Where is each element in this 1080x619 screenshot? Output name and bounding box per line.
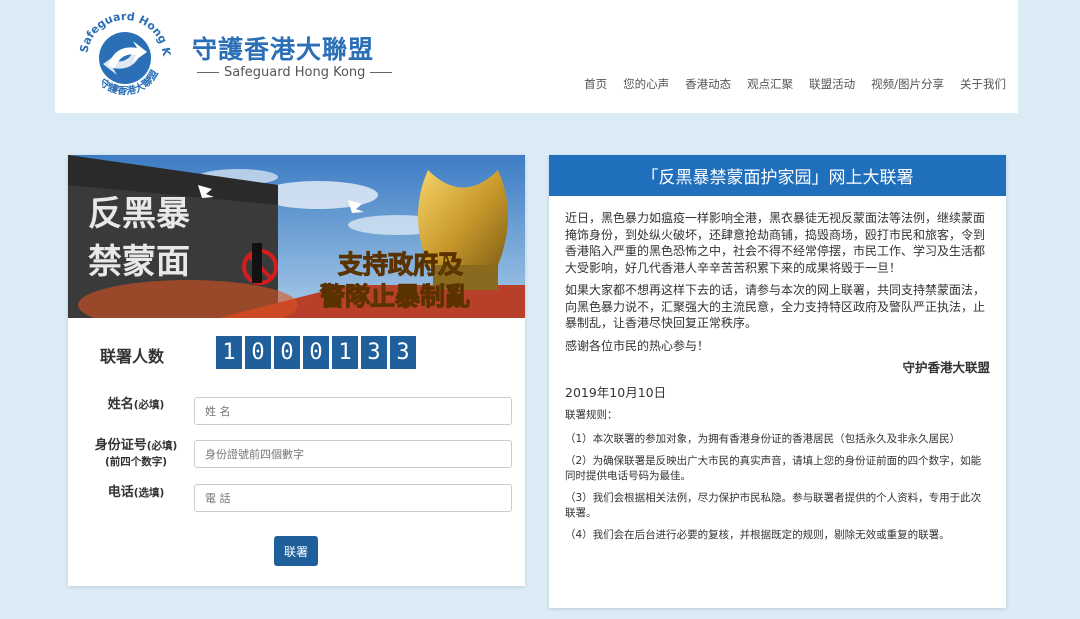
phone-label-text: 电话 <box>107 485 134 500</box>
counter-digit: 0 <box>303 336 329 369</box>
id-required-note: (必填) <box>146 440 178 452</box>
banner-slogan-line2: 警隊止暴制亂 <box>319 282 470 311</box>
banner-wall-line1: 反黑暴 <box>88 194 190 234</box>
logo[interactable]: Safeguard Hong Kong 守護香港大聯盟 <box>71 0 175 104</box>
site-title: 守護香港大聯盟 <box>192 35 375 64</box>
nav-activities[interactable]: 联盟活动 <box>809 76 855 92</box>
name-required-note: (必填) <box>133 399 165 411</box>
banner-image-icon: 反黑暴 禁蒙面 支持政府及 警隊止暴制亂 <box>68 155 525 318</box>
nav-about[interactable]: 关于我们 <box>960 76 1006 92</box>
phone-label: 电话(选填) <box>78 485 194 501</box>
counter-digit: 0 <box>245 336 271 369</box>
id-digits-note: (前四个数字) <box>104 456 168 468</box>
intro-paragraph: 近日，黑色暴力如瘟疫一样影响全港，黑衣暴徒无视反蒙面法等法例，继续蒙面掩饰身份，… <box>565 211 986 275</box>
submit-signature-button[interactable]: 联署 <box>274 536 318 566</box>
counter-digit: 1 <box>332 336 358 369</box>
rules-title: 联署规则： <box>565 409 618 421</box>
signature-count-label: 联署人数 <box>100 347 165 366</box>
nav-hk-news[interactable]: 香港动态 <box>685 76 731 92</box>
banner-wall-line2: 禁蒙面 <box>88 242 190 282</box>
nav-your-voice[interactable]: 您的心声 <box>623 76 669 92</box>
rule-item: （2）为确保联署是反映出广大市民的真实声音，请填上您的身份证前面的四个数字，如能… <box>565 454 982 482</box>
site-subtitle-text: Safeguard Hong Kong <box>224 65 366 80</box>
id-label-text: 身份证号 <box>94 438 147 453</box>
thanks-paragraph: 感谢各位市民的热心参与！ <box>565 338 710 353</box>
logo-emblem-icon: Safeguard Hong Kong 守護香港大聯盟 <box>71 0 173 97</box>
phone-input[interactable] <box>194 484 512 512</box>
counter-digit: 3 <box>361 336 387 369</box>
rule-item: （3）我们会根据相关法例，尽力保护市民私隐。参与联署者提供的个人资料，专用于此次… <box>565 491 982 519</box>
counter-digit: 3 <box>390 336 416 369</box>
main-nav: 首页 您的心声 香港动态 观点汇聚 联盟活动 视频/图片分享 关于我们 <box>584 76 1006 92</box>
site-header: Safeguard Hong Kong 守護香港大聯盟 守護香港大聯盟 Safe… <box>55 0 1018 113</box>
signature-org: 守护香港大联盟 <box>902 360 990 375</box>
counter-digit: 1 <box>216 336 242 369</box>
nav-opinions[interactable]: 观点汇聚 <box>747 76 793 92</box>
rule-item: （1）本次联署的参加对象，为拥有香港身份证的香港居民（包括永久及非永久居民） <box>565 432 961 445</box>
publish-date: 2019年10月10日 <box>565 384 667 400</box>
name-label: 姓名(必填) <box>78 397 194 413</box>
nav-media-share[interactable]: 视频/图片分享 <box>871 76 944 92</box>
site-subtitle: Safeguard Hong Kong <box>192 65 397 80</box>
rule-item: （4）我们会在后台进行必要的复核，并根据既定的规则，剔除无效或重复的联署。 <box>565 528 950 541</box>
petition-form-card: 反黑暴 禁蒙面 支持政府及 警隊止暴制亂 联署人数 1 0 0 0 1 3 3 … <box>68 155 525 586</box>
banner-slogan-line1: 支持政府及 <box>338 250 463 279</box>
panel-body: 近日，黑色暴力如瘟疫一样影响全港，黑衣暴徒无视反蒙面法等法例，继续蒙面掩饰身份，… <box>549 196 1006 543</box>
campaign-banner: 反黑暴 禁蒙面 支持政府及 警隊止暴制亂 <box>68 155 525 318</box>
petition-info-panel: 「反黑暴禁蒙面护家园」网上大联署 近日，黑色暴力如瘟疫一样影响全港，黑衣暴徒无视… <box>549 155 1006 608</box>
id-number-input[interactable] <box>194 440 512 468</box>
id-label: 身份证号(必填) (前四个数字) <box>78 438 194 470</box>
counter-digit: 0 <box>274 336 300 369</box>
panel-title: 「反黑暴禁蒙面护家园」网上大联署 <box>549 155 1006 196</box>
nav-home[interactable]: 首页 <box>584 76 607 92</box>
name-label-text: 姓名 <box>107 397 134 412</box>
phone-optional-note: (选填) <box>133 487 165 499</box>
call-to-action-paragraph: 如果大家都不想再这样下去的话，请参与本次的网上联署，共同支持禁蒙面法，向黑色暴力… <box>565 283 986 330</box>
signature-counter: 1 0 0 0 1 3 3 <box>216 336 416 369</box>
name-input[interactable] <box>194 397 512 425</box>
